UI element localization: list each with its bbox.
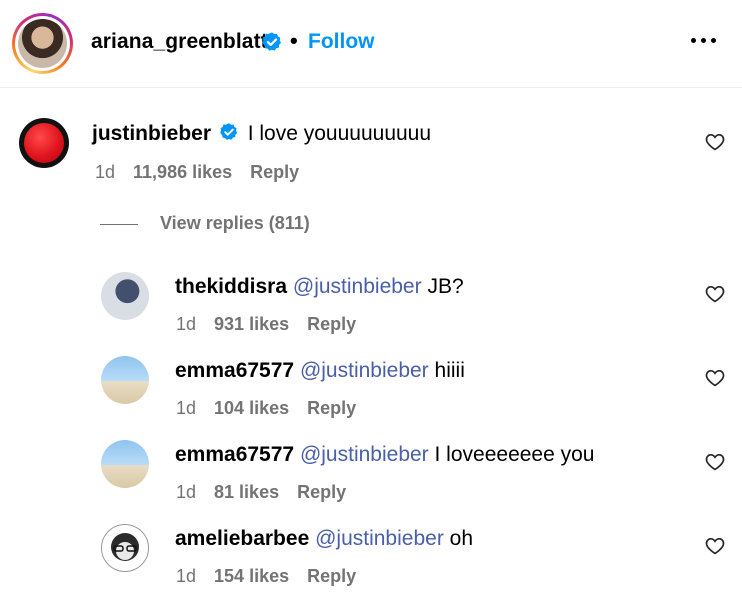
reply-age: 1d bbox=[176, 482, 197, 502]
like-heart-icon[interactable] bbox=[705, 452, 725, 471]
like-heart-icon[interactable] bbox=[705, 368, 725, 387]
reply-username[interactable]: thekiddisra bbox=[175, 275, 287, 298]
reply-likes[interactable]: 81 likes bbox=[214, 482, 279, 502]
view-replies-toggle[interactable]: View replies (811) bbox=[100, 213, 310, 234]
comment-body: justinbieber I love youuuuuuuuu bbox=[92, 122, 431, 146]
reply-meta: 1d 931 likes Reply bbox=[176, 314, 356, 335]
follow-button[interactable]: Follow bbox=[308, 30, 375, 54]
reply-likes[interactable]: 154 likes bbox=[214, 566, 289, 586]
reply-body: emma67577 @justinbieber I loveeeeeee you bbox=[175, 443, 594, 467]
reply-avatar[interactable] bbox=[101, 440, 149, 488]
reply-mention-link[interactable]: @justinbieber bbox=[293, 275, 422, 298]
more-options-icon[interactable] bbox=[689, 30, 719, 52]
reply-text: JB? bbox=[427, 275, 464, 298]
reply-avatar[interactable] bbox=[101, 524, 149, 572]
reply-body: thekiddisra @justinbieber JB? bbox=[175, 275, 464, 299]
verified-badge-icon bbox=[220, 123, 238, 141]
reply-text: I loveeeeeee you bbox=[434, 443, 595, 466]
reply-username[interactable]: emma67577 bbox=[175, 443, 294, 466]
commenter-avatar[interactable] bbox=[19, 118, 69, 168]
reply-username[interactable]: emma67577 bbox=[175, 359, 294, 382]
header-separator: • bbox=[290, 28, 298, 53]
reply-body: emma67577 @justinbieber hiiii bbox=[175, 359, 465, 383]
reply-text: hiiii bbox=[434, 359, 465, 382]
post-header: ariana_greenblatt • Follow bbox=[0, 0, 742, 88]
avatar-ring-gap bbox=[15, 16, 70, 71]
reply-likes[interactable]: 104 likes bbox=[214, 398, 289, 418]
reply-avatar[interactable] bbox=[101, 356, 149, 404]
like-heart-icon[interactable] bbox=[705, 536, 725, 555]
comment-likes[interactable]: 11,986 likes bbox=[133, 162, 232, 182]
like-heart-icon[interactable] bbox=[705, 132, 725, 151]
reply-button[interactable]: Reply bbox=[307, 314, 356, 334]
reply-avatar[interactable] bbox=[101, 272, 149, 320]
like-heart-icon[interactable] bbox=[705, 284, 725, 303]
reply-mention-link[interactable]: @justinbieber bbox=[300, 443, 429, 466]
reply-button[interactable]: Reply bbox=[297, 482, 346, 502]
reply-meta: 1d 81 likes Reply bbox=[176, 482, 346, 503]
reply-username[interactable]: ameliebarbee bbox=[175, 527, 309, 550]
reply-likes[interactable]: 931 likes bbox=[214, 314, 289, 334]
reply-meta: 1d 104 likes Reply bbox=[176, 398, 356, 419]
reply-age: 1d bbox=[176, 314, 197, 334]
post-author-username[interactable]: ariana_greenblatt bbox=[91, 30, 268, 54]
comment-age: 1d bbox=[95, 162, 116, 182]
reply-text: oh bbox=[449, 527, 474, 550]
comment-text: I love youuuuuuuuu bbox=[247, 122, 432, 145]
reply-body: ameliebarbee @justinbieber oh bbox=[175, 527, 473, 551]
replies-divider-line bbox=[100, 223, 138, 225]
reply-meta: 1d 154 likes Reply bbox=[176, 566, 356, 587]
avatar-image bbox=[18, 19, 67, 68]
reply-button[interactable]: Reply bbox=[307, 398, 356, 418]
view-replies-label: View replies (811) bbox=[160, 213, 310, 233]
verified-badge-icon bbox=[262, 32, 281, 51]
reply-age: 1d bbox=[176, 566, 197, 586]
avatar-illustration bbox=[111, 533, 139, 561]
reply-mention-link[interactable]: @justinbieber bbox=[300, 359, 429, 382]
reply-age: 1d bbox=[176, 398, 197, 418]
reply-button[interactable]: Reply bbox=[250, 162, 299, 182]
comment-username[interactable]: justinbieber bbox=[92, 122, 211, 145]
post-author-avatar[interactable] bbox=[12, 13, 73, 74]
reply-mention-link[interactable]: @justinbieber bbox=[315, 527, 444, 550]
comment-meta: 1d 11,986 likes Reply bbox=[95, 162, 299, 183]
reply-button[interactable]: Reply bbox=[307, 566, 356, 586]
